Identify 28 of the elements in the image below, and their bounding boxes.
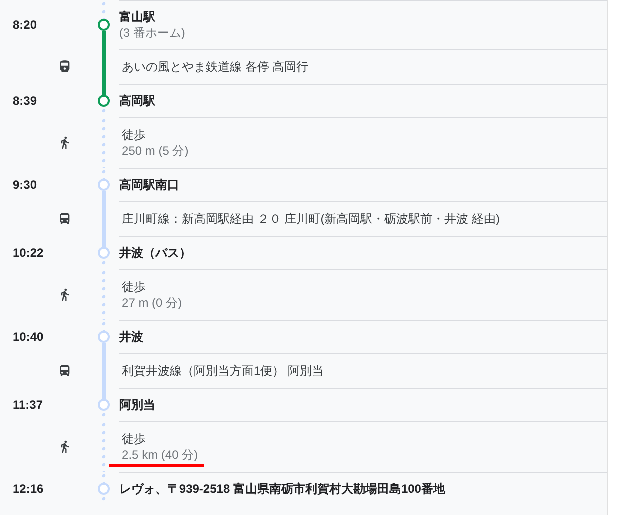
- departure-time: 9:30: [13, 176, 38, 194]
- walk-distance: 27 m (0 分): [122, 295, 182, 311]
- bus-icon: [58, 212, 72, 226]
- departure-time: 10:22: [13, 244, 44, 262]
- stop-name: 阿別当: [119, 397, 156, 413]
- route-description: 徒歩: [122, 127, 146, 143]
- route-description: 徒歩: [122, 279, 146, 295]
- stop-name: レヴォ、〒939-2518 富山県南砺市利賀村大勘場田島100番地: [119, 481, 446, 497]
- platform-label: (3 番ホーム): [119, 25, 186, 41]
- walk-distance: 2.5 km (40 分): [122, 447, 198, 463]
- stop-name: 井波（バス）: [119, 245, 192, 261]
- walk-distance: 250 m (5 分): [122, 143, 189, 159]
- train-icon: [58, 60, 72, 74]
- departure-time: 10:40: [13, 328, 44, 346]
- route-description: 徒歩: [122, 431, 146, 447]
- departure-time: 11:37: [13, 396, 44, 414]
- route-description: 庄川町線：新高岡駅経由 ２０ 庄川町(新高岡駅・砺波駅前・井波 経由): [122, 211, 500, 227]
- departure-time: 8:20: [13, 16, 38, 34]
- stop-node: [98, 482, 110, 494]
- departure-time: 8:39: [13, 92, 38, 110]
- departure-time: 12:16: [13, 480, 44, 498]
- stop-name: 高岡駅南口: [119, 177, 180, 193]
- stop-name: 高岡駅: [119, 93, 156, 109]
- bus-icon: [58, 364, 72, 378]
- route-description: あいの風とやま鉄道線 各停 高岡行: [122, 59, 309, 75]
- stop-name: 井波: [119, 329, 144, 345]
- stop-name: 富山駅: [119, 9, 156, 25]
- route-description: 利賀井波線（阿別当方面1便） 阿別当: [122, 363, 324, 379]
